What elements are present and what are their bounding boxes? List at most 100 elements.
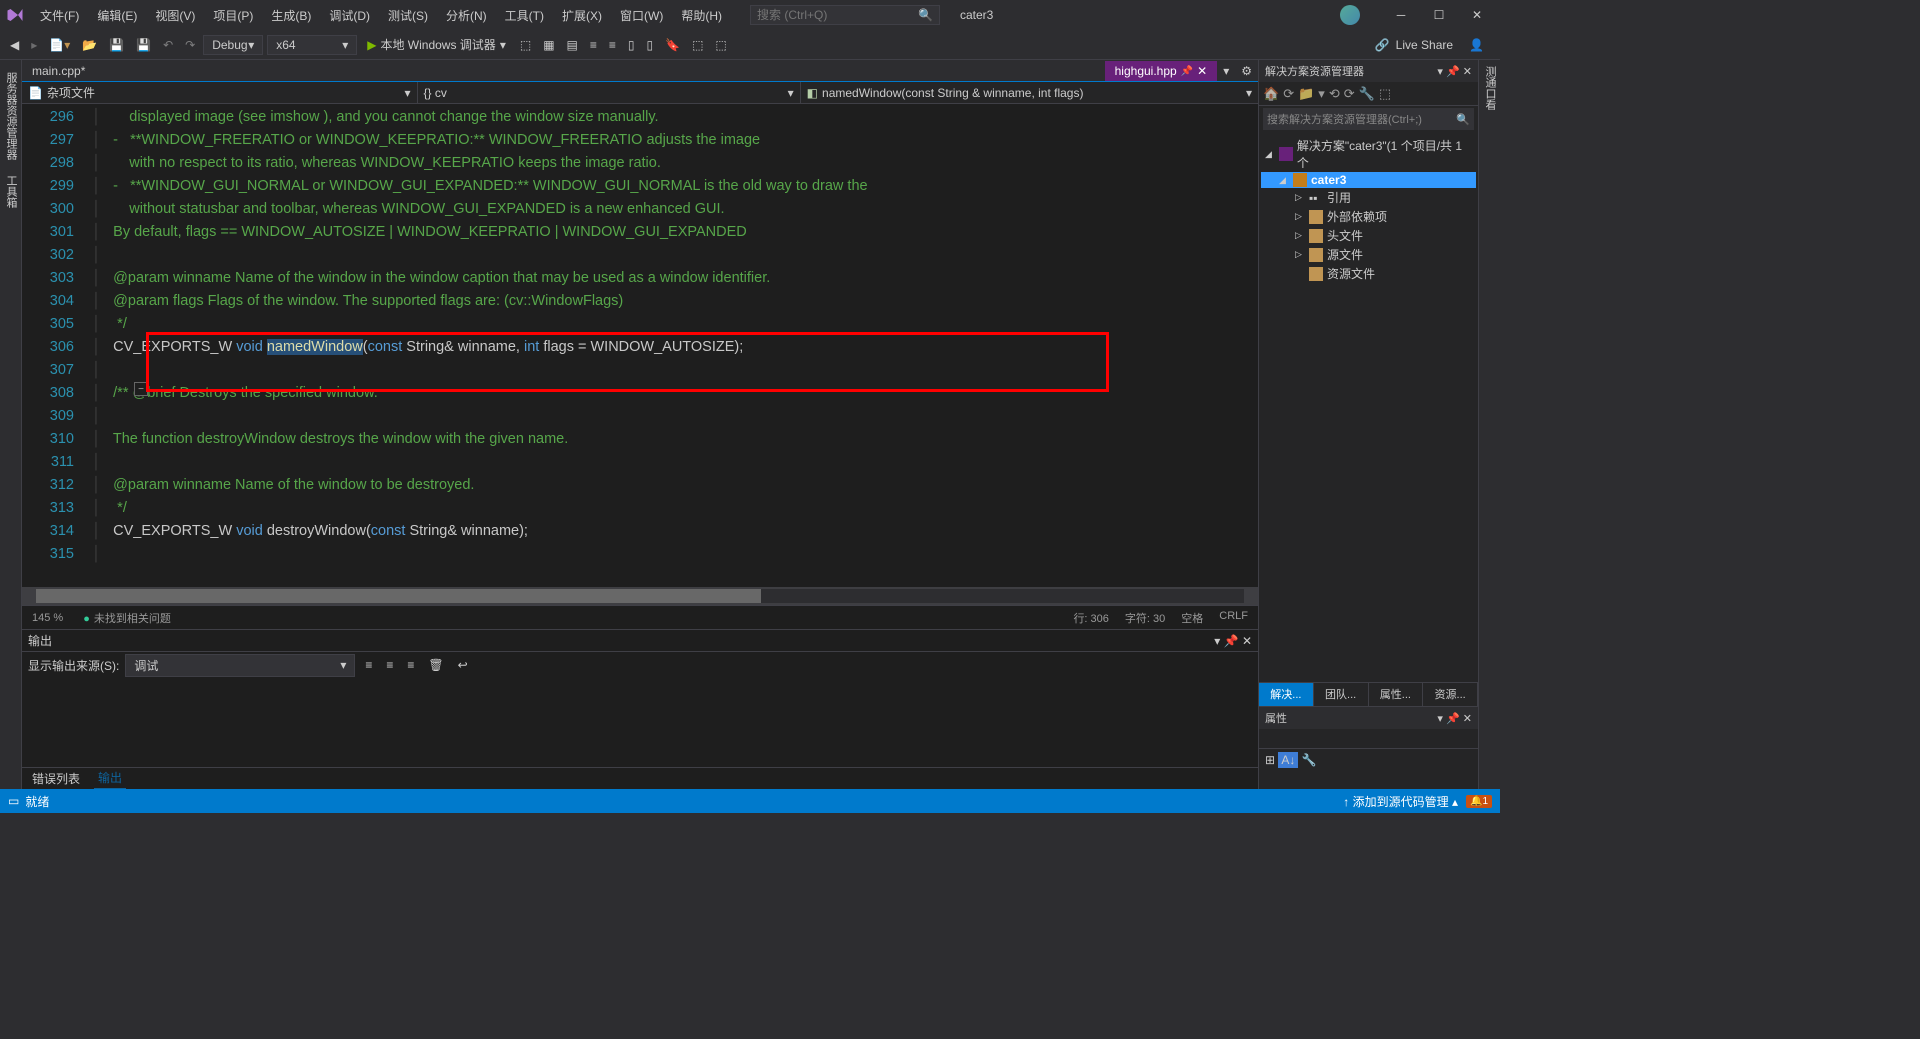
pin-icon[interactable]: 📌	[1181, 66, 1193, 77]
output-tool-icon[interactable]: ≡	[403, 656, 418, 674]
menu-item[interactable]: 扩展(X)	[554, 3, 610, 28]
settings-icon[interactable]: ⚙	[1235, 61, 1258, 81]
menu-item[interactable]: 生成(B)	[263, 3, 319, 28]
solution-name: cater3	[960, 8, 993, 22]
nav-fwd-button[interactable]: ▸	[27, 36, 41, 54]
close-button[interactable]: ✕	[1460, 3, 1494, 27]
open-button[interactable]: 📂	[78, 36, 101, 54]
platform-dropdown[interactable]: x64▾	[267, 35, 357, 55]
minimize-button[interactable]: ─	[1384, 3, 1418, 27]
output-close-icon[interactable]: ✕	[1242, 634, 1252, 648]
global-search[interactable]: 🔍	[750, 5, 940, 25]
user-avatar[interactable]	[1340, 5, 1360, 25]
search-input[interactable]	[757, 8, 907, 22]
left-tool-strip[interactable]: 服务器资源管理器 工具箱	[0, 60, 22, 789]
output-body[interactable]	[22, 678, 1258, 767]
nav-project[interactable]: 📄杂项文件▾	[22, 82, 418, 103]
nav-back-button[interactable]: ◀	[6, 36, 23, 54]
tb-icon[interactable]: ≡	[586, 36, 601, 54]
source-control-button[interactable]: ↑ 添加到源代码管理 ▴	[1343, 793, 1458, 810]
panel-close-icon[interactable]: ✕	[1463, 713, 1472, 725]
maximize-button[interactable]: ☐	[1422, 3, 1456, 27]
tb-icon[interactable]: ≡	[605, 36, 620, 54]
tb-icon[interactable]: ⬚	[516, 36, 535, 54]
code-editor[interactable]: 296│ displayed image (see imshow ), and …	[22, 104, 1258, 587]
tab-error-list[interactable]: 错误列表	[28, 768, 84, 789]
menu-item[interactable]: 文件(F)	[32, 3, 87, 28]
prop-tool-icon[interactable]: 🔧	[1302, 753, 1317, 767]
menu-item[interactable]: 帮助(H)	[673, 3, 730, 28]
solution-tree[interactable]: ◢解决方案"cater3"(1 个项目/共 1 个 ◢cater3 ▷▪▪引用 …	[1259, 132, 1478, 682]
tb-icon[interactable]: ⟳	[1344, 86, 1355, 102]
menu-item[interactable]: 窗口(W)	[612, 3, 671, 28]
redo-button[interactable]: ↷	[181, 36, 199, 54]
solution-search[interactable]: 搜索解决方案资源管理器(Ctrl+;)🔍	[1263, 108, 1474, 130]
new-item-button[interactable]: 📄▾	[45, 36, 74, 54]
menu-item[interactable]: 分析(N)	[438, 3, 495, 28]
tab-overflow-button[interactable]: ▾	[1217, 61, 1235, 81]
output-source-dropdown[interactable]: 调试▾	[125, 654, 355, 677]
prop-sort-icon[interactable]: A↓	[1278, 752, 1298, 768]
tb-icon[interactable]: 🔧	[1359, 86, 1375, 102]
tab-main-cpp[interactable]: main.cpp*	[22, 61, 95, 81]
save-button[interactable]: 💾	[105, 36, 128, 54]
output-wrap-icon[interactable]: ↩	[454, 656, 472, 674]
toolbox-tab[interactable]: 工具箱	[5, 169, 17, 214]
line-ending: CRLF	[1219, 610, 1248, 626]
prop-category-icon[interactable]: ⊞	[1265, 753, 1275, 767]
editor-horizontal-scrollbar[interactable]	[22, 587, 1258, 605]
tab-highgui-hpp[interactable]: highgui.hpp📌✕	[1105, 61, 1218, 81]
fold-icon[interactable]: −	[134, 382, 148, 396]
tb-icon[interactable]: ⟳	[1283, 86, 1294, 102]
config-dropdown[interactable]: Debug▾	[203, 35, 263, 55]
start-debug-button[interactable]: ▶本地 Windows 调试器▾	[361, 34, 512, 55]
close-tab-icon[interactable]: ✕	[1197, 64, 1207, 78]
tb-icon[interactable]: 🔖	[661, 36, 684, 54]
live-share-button[interactable]: 🔗 Live Share 👤	[1365, 38, 1494, 52]
tab-resources[interactable]: 资源...	[1423, 683, 1478, 706]
tb-icon[interactable]: ▤	[563, 36, 582, 54]
output-dropdown-icon[interactable]: ▾	[1214, 634, 1220, 648]
panel-dropdown-icon[interactable]: ▾	[1437, 66, 1443, 78]
tb-icon[interactable]: ▯	[643, 36, 658, 54]
server-explorer-tab[interactable]: 服务器资源管理器	[5, 66, 17, 166]
feedback-icon[interactable]: 👤	[1469, 38, 1484, 52]
panel-dropdown-icon[interactable]: ▾	[1437, 713, 1443, 725]
vs-logo-icon	[6, 6, 24, 24]
menu-item[interactable]: 工具(T)	[497, 3, 552, 28]
tb-icon[interactable]: ⬚	[688, 36, 707, 54]
output-tool-icon[interactable]: ≡	[361, 656, 376, 674]
tab-properties[interactable]: 属性...	[1369, 683, 1424, 706]
menu-item[interactable]: 测试(S)	[380, 3, 436, 28]
tab-output[interactable]: 输出	[94, 767, 126, 789]
tb-icon[interactable]: ⟲	[1329, 86, 1340, 102]
menu-item[interactable]: 调试(D)	[321, 3, 378, 28]
undo-button[interactable]: ↶	[159, 36, 177, 54]
tb-icon[interactable]: ⬚	[1379, 86, 1391, 102]
save-all-button[interactable]: 💾	[132, 36, 155, 54]
folder-icon	[1309, 267, 1323, 281]
output-clear-icon[interactable]: 🗑	[424, 656, 447, 674]
nav-namespace[interactable]: {} cv▾	[418, 82, 801, 103]
panel-pin-icon[interactable]: 📌	[1446, 66, 1460, 78]
panel-pin-icon[interactable]: 📌	[1446, 713, 1460, 725]
tb-icon[interactable]: ▯	[624, 36, 639, 54]
notifications-button[interactable]: 🔔1	[1466, 795, 1492, 808]
tb-icon[interactable]: ▦	[539, 36, 558, 54]
panel-close-icon[interactable]: ✕	[1463, 66, 1472, 78]
tb-icon[interactable]: 📁	[1298, 86, 1314, 102]
menu-item[interactable]: 编辑(E)	[89, 3, 145, 28]
home-icon[interactable]: 🏠	[1263, 86, 1279, 102]
zoom-level[interactable]: 145 %	[32, 612, 63, 624]
tb-icon[interactable]: ▾	[1318, 86, 1325, 102]
right-tool-strip[interactable]: 测通口看	[1478, 60, 1500, 789]
menu-item[interactable]: 项目(P)	[205, 3, 261, 28]
tb-icon[interactable]: ⬚	[711, 36, 730, 54]
nav-member[interactable]: ◧namedWindow(const String & winname, int…	[801, 82, 1258, 103]
tab-team[interactable]: 团队...	[1314, 683, 1369, 706]
output-pin-icon[interactable]: 📌	[1224, 634, 1239, 648]
tab-solution[interactable]: 解决...	[1259, 683, 1314, 706]
menu-item[interactable]: 视图(V)	[147, 3, 203, 28]
output-tool-icon[interactable]: ≡	[382, 656, 397, 674]
insert-mode: 空格	[1181, 610, 1203, 626]
